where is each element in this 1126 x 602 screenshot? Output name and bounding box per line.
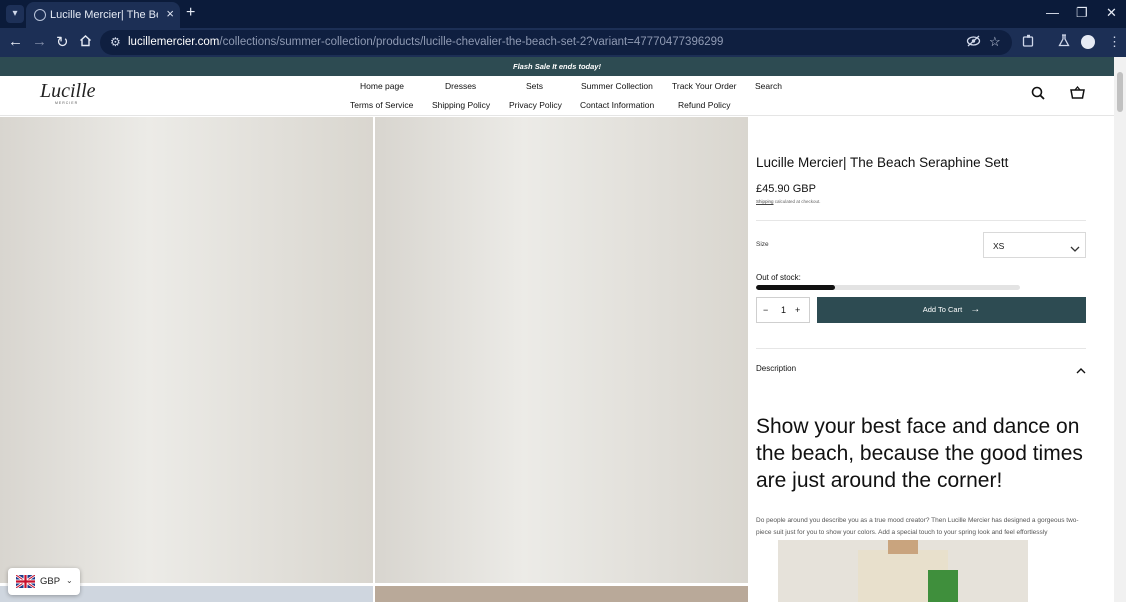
shipping-note: Shipping calculated at checkout. [756,199,821,204]
add-to-cart-label: Add To Cart [922,305,963,314]
uk-flag-icon [15,573,36,590]
scrollbar-thumb[interactable] [1117,72,1123,112]
browser-tab[interactable]: Lucille Mercier| The Beach Seraphine Set… [26,2,180,28]
size-selected-value: XS [993,241,1005,251]
home-icon[interactable] [79,34,92,51]
nav-search[interactable]: Search [755,81,782,91]
stock-progress-fill [756,285,836,290]
quantity-value[interactable]: 1 [781,305,786,315]
brand-logo-sub: MERCIER [55,101,79,105]
site-info-icon[interactable]: ⚙ [110,35,121,49]
window-close-icon[interactable]: ✕ [1106,5,1117,21]
announcement-bar: Flash Sale It ends today! [0,57,1114,76]
description-image [778,540,1028,602]
minimize-icon[interactable]: — [1046,5,1059,20]
product-price: £45.90 GBP [756,183,816,195]
back-icon[interactable]: ← [8,33,23,50]
shipping-link[interactable]: Shipping [756,199,774,204]
quantity-stepper: − 1 + [756,297,810,323]
nav-sets[interactable]: Sets [526,81,543,91]
stock-label: Out of stock: [756,273,801,282]
size-select[interactable]: XS [983,232,1086,258]
url-text[interactable]: lucillemercier.com/collections/summer-co… [128,36,723,48]
product-thumb-4[interactable] [375,586,748,602]
extensions-icon[interactable] [1022,34,1035,50]
page-scrollbar[interactable] [1114,57,1126,602]
nav-dresses[interactable]: Dresses [445,81,476,91]
product-photo-1[interactable] [0,117,373,583]
profile-icon[interactable] [1081,35,1095,49]
nav-refund-policy[interactable]: Refund Policy [678,100,730,110]
product-title: Lucille Mercier| The Beach Seraphine Set… [756,155,1009,170]
search-icon[interactable] [1031,86,1045,105]
chevron-down-icon [1070,240,1080,258]
divider [756,220,1086,221]
nav-summer-collection[interactable]: Summer Collection [581,81,653,91]
size-label: Size [756,241,769,248]
qty-minus-button[interactable]: − [763,305,768,315]
stock-progress [756,285,1020,290]
nav-shipping-policy[interactable]: Shipping Policy [432,100,490,110]
tab-menu-icon[interactable]: ▾ [6,5,24,23]
site-header: Lucille MERCIER Home page Dresses Sets S… [0,76,1114,116]
nav-privacy-policy[interactable]: Privacy Policy [509,100,562,110]
reload-icon[interactable]: ↻ [56,33,69,51]
eye-off-icon[interactable] [966,34,981,51]
nav-terms[interactable]: Terms of Service [350,100,413,110]
tab-title: Lucille Mercier| The Beach Seraphine Set… [50,9,158,21]
browser-tab-strip: ▾ Lucille Mercier| The Beach Seraphine S… [0,0,1126,28]
divider [756,348,1086,349]
restore-icon[interactable]: ❐ [1076,5,1088,21]
close-icon[interactable]: × [166,6,174,21]
address-bar[interactable]: ⚙ lucillemercier.com/collections/summer-… [100,30,1012,55]
add-to-cart-button[interactable]: Add To Cart → [817,297,1086,323]
description-toggle[interactable]: Description [756,364,796,373]
cart-icon[interactable] [1070,85,1085,105]
nav-home-page[interactable]: Home page [360,81,404,91]
favicon-icon [34,9,46,21]
chevron-up-icon[interactable] [1076,362,1086,380]
star-icon[interactable]: ☆ [989,34,1001,50]
qty-plus-button[interactable]: + [795,305,800,315]
description-headline: Show your best face and dance on the bea… [756,415,1083,492]
arrow-right-icon: → [970,304,981,315]
currency-selector[interactable]: GBP ⌄ [8,568,80,595]
chevron-down-icon: ⌄ [66,576,73,585]
nav-track-order[interactable]: Track Your Order [672,81,736,91]
currency-code: GBP [40,576,61,587]
labs-icon[interactable] [1058,34,1070,50]
nav-contact[interactable]: Contact Information [580,100,654,110]
product-photo-2[interactable] [375,117,748,583]
description-paragraph: Do people around you describe you as a t… [756,517,1079,536]
kebab-menu-icon[interactable]: ⋮ [1108,34,1121,50]
plus-icon[interactable]: + [186,4,195,22]
browser-toolbar: ← → ↻ ⚙ lucillemercier.com/collections/s… [0,28,1126,57]
forward-icon[interactable]: → [32,33,47,50]
brand-logo[interactable]: Lucille [40,80,96,103]
